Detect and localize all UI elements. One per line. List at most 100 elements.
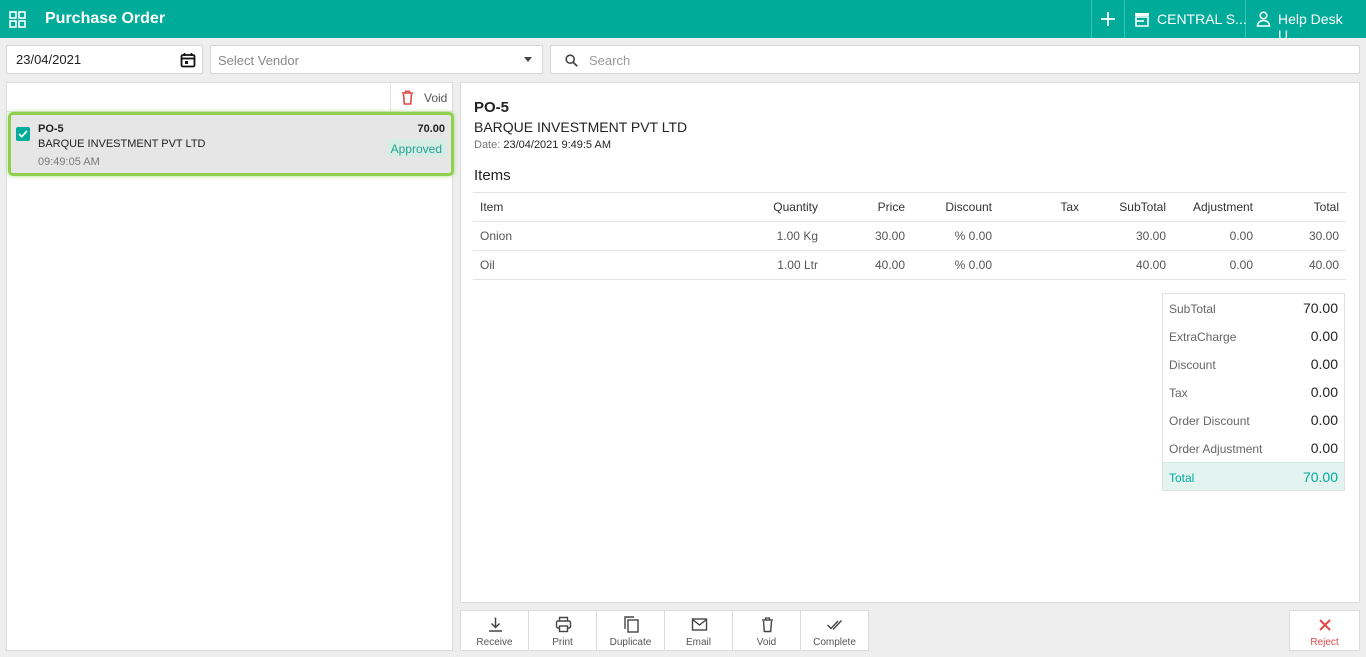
search-icon [565,54,578,67]
close-icon [1319,619,1331,631]
email-button[interactable]: Email [664,610,733,651]
email-label: Email [685,637,711,648]
complete-button[interactable]: Complete [800,610,869,651]
list-toolbar: Void [7,83,452,112]
date-value: 23/04/2021 [16,52,82,67]
check-icon [18,130,28,138]
user-icon [1256,11,1271,27]
complete-label: Complete [813,637,856,648]
download-icon [489,617,502,632]
total-label: Total [1169,471,1195,485]
order-amount: 70.00 [417,123,445,135]
cell-quantity: 1.00 Ltr [673,250,825,280]
cell-tax [999,250,1086,280]
column-header: Tax [999,192,1086,222]
cell-tax [999,221,1086,251]
summary-value: 0.00 [1310,384,1338,400]
receive-button[interactable]: Receive [460,610,529,651]
divider [1124,0,1125,38]
reject-label: Reject [1310,637,1339,648]
search-input[interactable] [589,50,1289,70]
checkbox[interactable] [16,127,30,141]
cell-total: 40.00 [1260,250,1346,280]
void-label: Void [424,91,448,105]
receive-label: Receive [476,637,513,648]
column-header: Discount [912,192,999,222]
cell-subtotal: 30.00 [1086,221,1173,251]
summary-value: 0.00 [1310,440,1338,456]
duplicate-button[interactable]: Duplicate [596,610,665,651]
summary-label: Order Adjustment [1169,442,1263,456]
total-value: 70.00 [1302,469,1338,485]
print-label: Print [552,637,573,648]
summary-label: Discount [1169,358,1216,372]
table-row: Onion 1.00 Kg 30.00 % 0.00 30.00 0.00 30… [473,221,1346,251]
order-list-panel: Void PO-5 BARQUE INVESTMENT PVT LTD 09:4… [6,82,454,651]
page-title: Purchase Order [45,10,166,27]
summary-total-row: Total 70.00 [1163,462,1344,490]
trash-icon [402,90,413,105]
void-button[interactable]: Void [732,610,801,651]
store-icon [1135,13,1149,27]
summary-label: SubTotal [1169,302,1216,316]
action-bar: Receive Print Duplicate Email Void Compl… [460,610,869,651]
column-header: Adjustment [1173,192,1260,222]
summary-row: Order Discount 0.00 [1163,406,1344,434]
column-header: Total [1260,192,1346,222]
column-header: Quantity [673,192,825,222]
trash-icon [762,617,773,633]
user-menu[interactable]: Help Desk U... [1278,11,1366,43]
calendar-icon[interactable] [180,52,196,68]
caret-down-icon [524,57,532,62]
cell-discount: % 0.00 [912,221,999,251]
apps-grid-icon[interactable] [9,11,26,28]
cell-item: Oil [473,250,673,280]
cell-item: Onion [473,221,673,251]
summary-value: 0.00 [1310,356,1338,372]
order-time: 09:49:05 AM [38,156,100,168]
order-detail-panel: PO-5 BARQUE INVESTMENT PVT LTD Date: 23/… [460,82,1360,603]
detail-vendor: BARQUE INVESTMENT PVT LTD [474,119,688,135]
summary-box: SubTotal 70.00 ExtraCharge 0.00 Discount… [1162,293,1345,491]
date-label: Date: [474,139,501,151]
summary-row: SubTotal 70.00 [1163,294,1344,322]
summary-row: ExtraCharge 0.00 [1163,322,1344,350]
cell-price: 40.00 [825,250,912,280]
items-table: Item Quantity Price Discount Tax SubTota… [473,192,1346,280]
search-box[interactable] [550,45,1360,74]
summary-label: Order Discount [1169,414,1250,428]
summary-row: Discount 0.00 [1163,350,1344,378]
detail-date: Date: 23/04/2021 9:49:5 AM [474,139,611,151]
column-header: SubTotal [1086,192,1173,222]
store-selector[interactable]: CENTRAL S... [1157,11,1247,27]
vendor-select[interactable]: Select Vendor [210,45,543,74]
table-row: Oil 1.00 Ltr 40.00 % 0.00 40.00 0.00 40.… [473,250,1346,280]
cell-adjustment: 0.00 [1173,250,1260,280]
table-header-row: Item Quantity Price Discount Tax SubTota… [473,192,1346,222]
detail-order-number: PO-5 [474,99,510,116]
cell-subtotal: 40.00 [1086,250,1173,280]
void-label: Void [756,637,777,648]
mail-icon [691,618,708,631]
summary-label: Tax [1169,386,1188,400]
divider [1245,0,1246,38]
print-button[interactable]: Print [528,610,597,651]
void-list-button[interactable]: Void [390,83,452,112]
divider [1091,0,1092,38]
top-bar: Purchase Order CENTRAL S... Help Desk U.… [0,0,1366,43]
order-vendor: BARQUE INVESTMENT PVT LTD [38,138,206,150]
status-badge: Approved [386,139,446,157]
copy-icon [624,616,639,633]
cell-quantity: 1.00 Kg [673,221,825,251]
date-picker[interactable]: 23/04/2021 [6,45,203,74]
summary-value: 0.00 [1310,328,1338,344]
cell-adjustment: 0.00 [1173,221,1260,251]
duplicate-label: Duplicate [609,637,652,648]
order-list-item[interactable]: PO-5 BARQUE INVESTMENT PVT LTD 09:49:05 … [8,112,454,176]
add-icon[interactable] [1099,10,1117,28]
date-value: 23/04/2021 9:49:5 AM [503,139,612,151]
cell-total: 30.00 [1260,221,1346,251]
reject-button[interactable]: Reject [1289,610,1360,651]
summary-label: ExtraCharge [1169,330,1237,344]
summary-value: 70.00 [1302,300,1338,316]
